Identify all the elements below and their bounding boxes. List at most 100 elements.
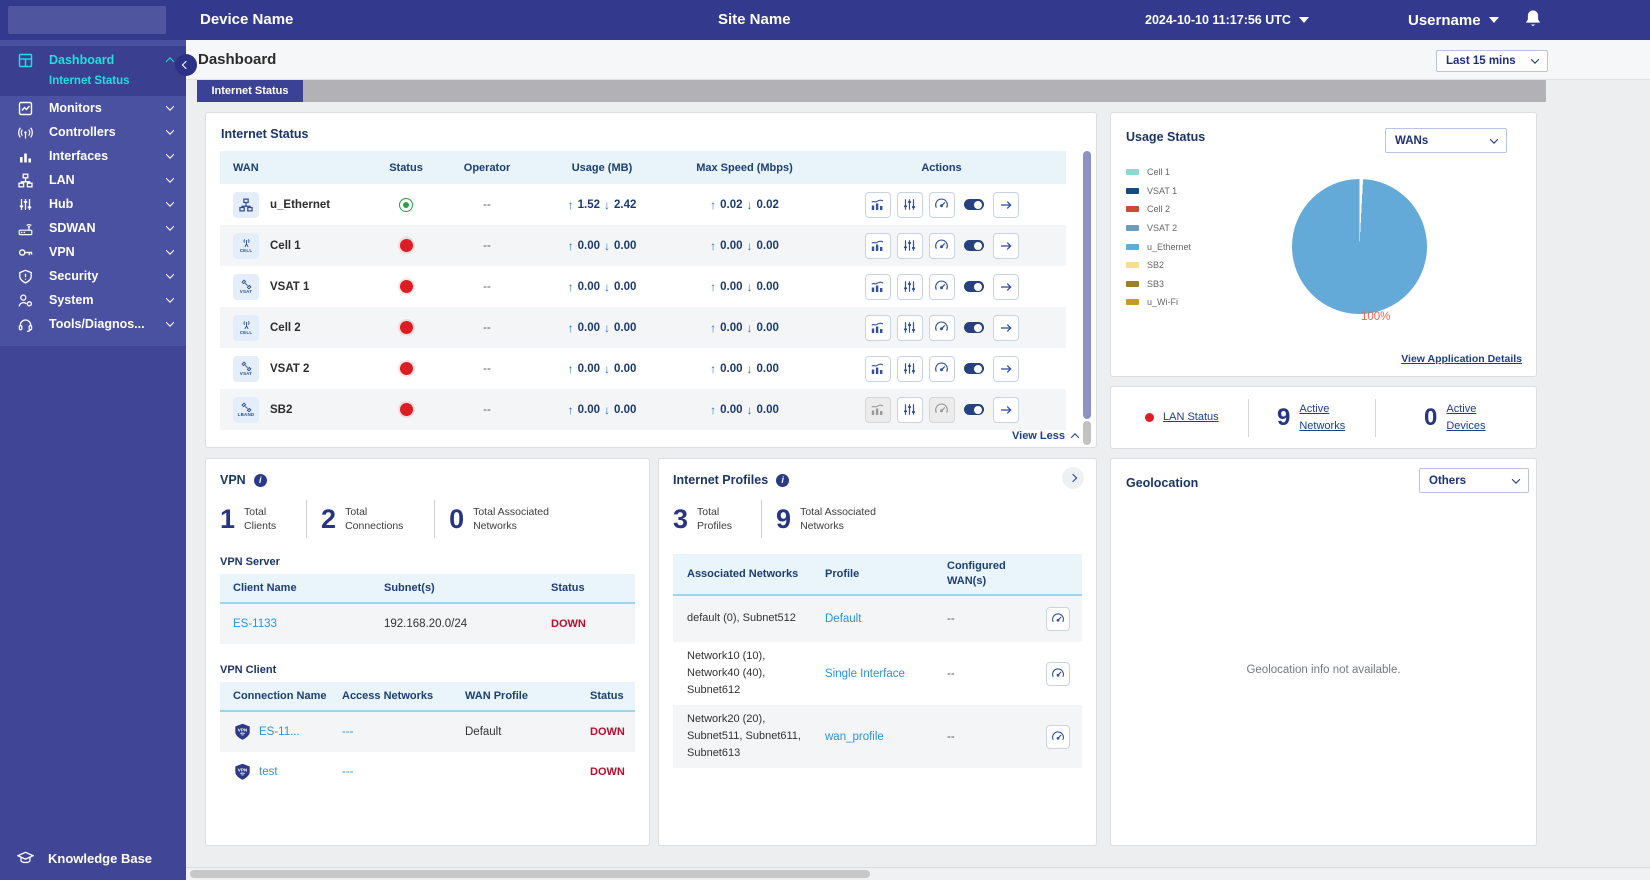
- speed-test-button[interactable]: [1045, 607, 1070, 631]
- gauge-icon: [1051, 667, 1064, 677]
- legend-swatch: [1126, 169, 1139, 176]
- usage-chart-button[interactable]: [864, 355, 891, 382]
- sidebar-item-tools-diagnostics[interactable]: Tools/Diagnos...: [0, 312, 186, 336]
- time-range-select[interactable]: Last 15 mins: [1436, 50, 1548, 72]
- stat-total-profiles: 3 Total Profiles: [673, 503, 733, 534]
- details-arrow-button[interactable]: [992, 314, 1019, 341]
- geolocation-filter-select[interactable]: Others: [1419, 468, 1529, 493]
- speed-test-button[interactable]: [1045, 661, 1070, 686]
- profile-link[interactable]: Default: [825, 613, 861, 625]
- speed-test-button[interactable]: [928, 232, 955, 259]
- lan-status-dot: [1145, 413, 1154, 422]
- horizontal-scrollbar[interactable]: [186, 867, 1650, 880]
- details-arrow-button[interactable]: [992, 396, 1019, 423]
- wan-type-icon: [233, 191, 259, 218]
- enable-toggle[interactable]: [961, 192, 987, 218]
- legend-swatch: [1126, 280, 1139, 287]
- status-dot-down: [399, 362, 413, 375]
- sidebar-item-monitors[interactable]: Monitors: [0, 96, 186, 120]
- enable-toggle[interactable]: [961, 233, 987, 259]
- usage-chart-button[interactable]: [864, 191, 891, 218]
- view-application-details-link[interactable]: View Application Details: [1401, 353, 1522, 365]
- chevron-down-icon: [165, 318, 175, 327]
- sidebar-item-vpn[interactable]: VPN: [0, 240, 186, 264]
- usage-chart-button[interactable]: [864, 232, 891, 259]
- vertical-scrollbar-thumb[interactable]: [1083, 151, 1091, 419]
- sidebar-item-internet-status[interactable]: Internet Status: [0, 72, 186, 92]
- knowledge-base-link[interactable]: Knowledge Base: [17, 851, 152, 866]
- sidebar-item-dashboard[interactable]: Dashboard: [0, 48, 186, 72]
- vpn-connection-link[interactable]: ES-11...: [259, 726, 300, 738]
- knowledge-base-label: Knowledge Base: [48, 851, 153, 866]
- sidebar-item-interfaces[interactable]: Interfaces: [0, 144, 186, 168]
- speed-test-button[interactable]: [928, 314, 955, 341]
- view-less-link[interactable]: View Less: [1012, 430, 1080, 442]
- active-networks-link[interactable]: Active Networks: [1299, 401, 1361, 434]
- vertical-scrollbar-thumb-end[interactable]: [1083, 421, 1091, 445]
- speed-test-button[interactable]: [928, 273, 955, 300]
- notifications-bell-icon[interactable]: [1524, 9, 1542, 34]
- info-icon[interactable]: i: [776, 473, 790, 487]
- active-devices-link[interactable]: Active Devices: [1446, 401, 1508, 434]
- profile-link[interactable]: Single Interface: [825, 668, 905, 680]
- speed-test-button[interactable]: [928, 396, 955, 423]
- wan-type-icon: LBAND: [233, 396, 259, 423]
- wan-table-row: u_Ethernet -- ↑ 1.52 ↓ 2.42 ↑ 0.02 ↓ 0.02: [220, 184, 1066, 225]
- sidebar-collapse-button[interactable]: [175, 54, 197, 76]
- table-row: VPN ES-11... --- Default DOWN: [220, 712, 635, 752]
- configure-button[interactable]: [896, 396, 923, 423]
- wan-type-icon: CELL: [233, 232, 259, 259]
- configure-button[interactable]: [896, 191, 923, 218]
- tab-internet-status[interactable]: Internet Status: [197, 80, 303, 102]
- lan-icon: [17, 172, 33, 188]
- usage-values: ↑ 0.00 ↓ 0.00: [567, 279, 637, 294]
- sidebar-item-security[interactable]: Security: [0, 264, 186, 288]
- info-icon[interactable]: i: [253, 473, 267, 487]
- legend-item: SB3: [1126, 275, 1191, 294]
- enable-toggle[interactable]: [961, 315, 987, 341]
- sidebar-item-label: LAN: [49, 173, 75, 187]
- horizontal-scrollbar-thumb[interactable]: [190, 870, 870, 878]
- enable-toggle[interactable]: [961, 356, 987, 382]
- sidebar-item-system[interactable]: System: [0, 288, 186, 312]
- usage-chart-button[interactable]: [864, 396, 891, 423]
- controllers-icon: [17, 124, 33, 140]
- lan-status-link[interactable]: LAN Status: [1163, 409, 1225, 426]
- profiles-next-button[interactable]: [1062, 467, 1084, 489]
- table-body: u_Ethernet -- ↑ 1.52 ↓ 2.42 ↑ 0.02 ↓ 0.02 CE…: [220, 184, 1066, 430]
- enable-toggle[interactable]: [961, 397, 987, 423]
- configure-button[interactable]: [896, 232, 923, 259]
- timestamp-dropdown[interactable]: 2024-10-10 11:17:56 UTC: [1145, 0, 1309, 40]
- sidebar-item-controllers[interactable]: Controllers: [0, 120, 186, 144]
- vpn-client-link[interactable]: ES-1133: [233, 618, 277, 630]
- legend-swatch: [1126, 262, 1139, 269]
- details-arrow-button[interactable]: [992, 273, 1019, 300]
- operator-value: --: [483, 280, 491, 293]
- enable-toggle[interactable]: [961, 274, 987, 300]
- details-arrow-button[interactable]: [992, 232, 1019, 259]
- usage-chart-button[interactable]: [864, 314, 891, 341]
- speed-test-button[interactable]: [1045, 724, 1070, 749]
- usage-values: ↑ 0.00 ↓ 0.00: [567, 238, 637, 253]
- user-menu[interactable]: Username: [1408, 0, 1499, 40]
- vpn-connection-link[interactable]: test: [259, 766, 278, 778]
- usage-filter-select[interactable]: WANs: [1385, 128, 1507, 153]
- usage-chart-button[interactable]: [864, 273, 891, 300]
- speed-test-button[interactable]: [928, 191, 955, 218]
- pie-percentage-label: 100%: [1361, 311, 1391, 323]
- configure-button[interactable]: [896, 314, 923, 341]
- vpn-shield-icon: VPN: [235, 723, 250, 740]
- details-arrow-button[interactable]: [992, 191, 1019, 218]
- table-header-row: Associated Networks Profile Configured W…: [673, 554, 1082, 596]
- speed-values: ↑ 0.00 ↓ 0.00: [710, 361, 779, 376]
- profile-link[interactable]: wan_profile: [825, 731, 884, 743]
- speed-test-button[interactable]: [928, 355, 955, 382]
- operator-value: --: [483, 239, 491, 252]
- sidebar-item-lan[interactable]: LAN: [0, 168, 186, 192]
- tab-strip: Internet Status: [197, 80, 1546, 102]
- configure-button[interactable]: [896, 355, 923, 382]
- configure-button[interactable]: [896, 273, 923, 300]
- sidebar-item-hub[interactable]: Hub: [0, 192, 186, 216]
- details-arrow-button[interactable]: [992, 355, 1019, 382]
- sidebar-item-sdwan[interactable]: SDWAN: [0, 216, 186, 240]
